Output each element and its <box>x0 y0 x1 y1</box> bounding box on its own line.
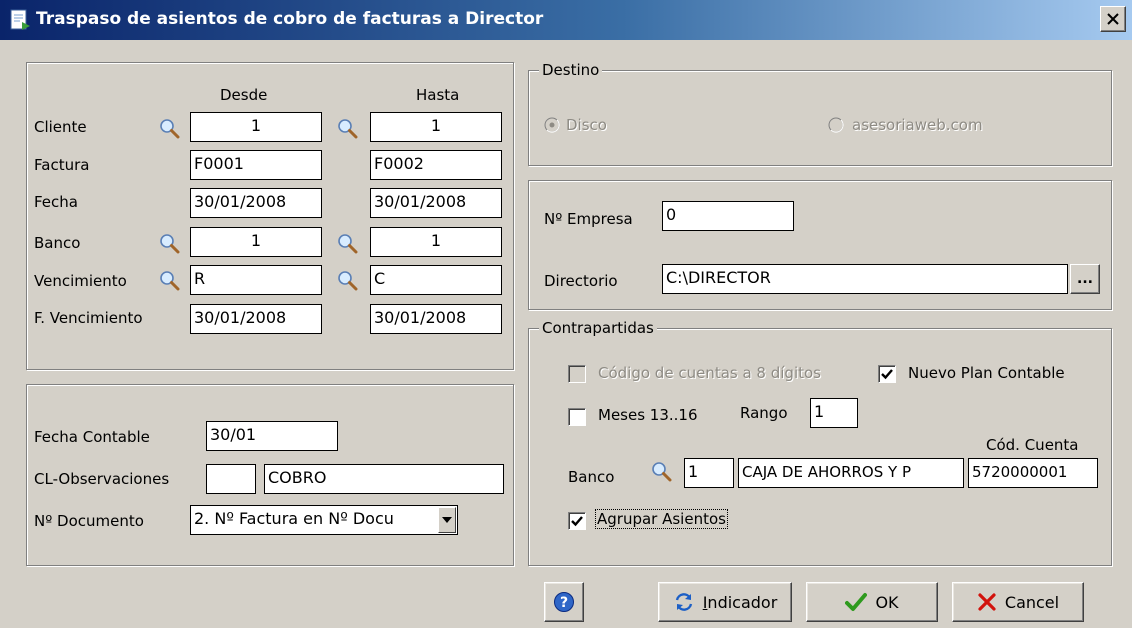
cliente-desde-search-icon[interactable] <box>158 117 180 139</box>
title-bar: Traspaso de asientos de cobro de factura… <box>0 0 1132 40</box>
directorio-browse-button[interactable]: ... <box>1070 264 1100 294</box>
n-empresa-input[interactable]: 0 <box>662 201 794 231</box>
asesoriaweb-label: asesoriaweb.com <box>852 116 983 134</box>
vencimiento-hasta-input[interactable]: C <box>370 265 502 295</box>
destino-frame: Destino <box>528 61 1112 166</box>
vencimiento-hasta-search-icon[interactable] <box>336 269 358 291</box>
contrapartidas-legend: Contrapartidas <box>539 319 657 337</box>
disco-label: Disco <box>566 116 607 134</box>
codigo-8-checkbox[interactable] <box>568 365 586 383</box>
rango-input[interactable]: 1 <box>810 398 858 428</box>
cl-observaciones-text-input[interactable]: COBRO <box>264 464 504 494</box>
refresh-icon <box>675 593 692 611</box>
banco-desde-input[interactable]: 1 <box>190 227 322 257</box>
f-vencimiento-label: F. Vencimiento <box>34 309 143 327</box>
asesoriaweb-radio[interactable] <box>828 117 844 133</box>
n-empresa-label: Nº Empresa <box>544 210 633 228</box>
help-button[interactable]: ? <box>544 582 584 622</box>
desde-header: Desde <box>220 86 268 104</box>
nuevo-plan-checkbox[interactable] <box>878 365 896 383</box>
disco-radio[interactable] <box>544 117 560 133</box>
factura-label: Factura <box>34 156 90 174</box>
banco-desde-search-icon[interactable] <box>158 232 180 254</box>
vencimiento-desde-search-icon[interactable] <box>158 269 180 291</box>
n-documento-select[interactable]: 2. Nº Factura en Nº Docu <box>190 505 458 535</box>
directorio-label: Directorio <box>544 272 618 290</box>
n-documento-value: 2. Nº Factura en Nº Docu <box>194 509 394 528</box>
help-icon: ? <box>554 592 574 612</box>
n-documento-label: Nº Documento <box>34 512 144 530</box>
f-vencimiento-desde-input[interactable]: 30/01/2008 <box>190 304 322 334</box>
agrupar-checkbox[interactable] <box>568 512 586 530</box>
destino-legend: Destino <box>539 61 603 79</box>
fecha-desde-input[interactable]: 30/01/2008 <box>190 188 322 218</box>
ok-label: OK <box>875 592 899 612</box>
factura-desde-input[interactable]: F0001 <box>190 150 322 180</box>
meses-checkbox[interactable] <box>568 408 586 426</box>
hasta-header: Hasta <box>416 86 460 104</box>
banco-range-label: Banco <box>34 234 81 252</box>
window-title: Traspaso de asientos de cobro de factura… <box>36 9 544 29</box>
directorio-input[interactable]: C:\DIRECTOR <box>662 264 1068 294</box>
ok-button[interactable]: OK <box>806 582 938 622</box>
cl-observaciones-label: CL-Observaciones <box>34 470 170 488</box>
ok-check-icon <box>845 593 868 611</box>
cl-observaciones-code-input[interactable] <box>206 464 256 494</box>
vencimiento-label: Vencimiento <box>34 272 127 290</box>
cancel-button[interactable]: Cancel <box>952 582 1084 622</box>
svg-text:?: ? <box>560 595 568 611</box>
window-app-icon <box>10 9 30 30</box>
rango-label: Rango <box>740 404 788 422</box>
close-button[interactable] <box>1100 6 1126 32</box>
banco-name-input[interactable]: CAJA DE AHORROS Y P <box>738 458 964 488</box>
cancel-label: Cancel <box>1004 592 1060 612</box>
n-documento-dropdown-button[interactable] <box>438 507 456 533</box>
banco-cuenta-input[interactable]: 5720000001 <box>968 458 1098 488</box>
fecha-label: Fecha <box>34 193 78 211</box>
banco-search-icon[interactable] <box>650 460 672 482</box>
agrupar-label: Agrupar Asientos <box>595 509 728 529</box>
vencimiento-desde-input[interactable]: R <box>190 265 322 295</box>
fecha-hasta-input[interactable]: 30/01/2008 <box>370 188 502 218</box>
checkmark-icon <box>881 369 893 380</box>
banco-label: Banco <box>568 468 615 486</box>
checkmark-icon <box>571 516 583 527</box>
indicador-label: Indicador <box>702 592 778 612</box>
nuevo-plan-label: Nuevo Plan Contable <box>908 364 1065 382</box>
cliente-hasta-input[interactable]: 1 <box>370 112 502 142</box>
close-icon <box>1107 13 1119 25</box>
cod-cuenta-header: Cód. Cuenta <box>986 436 1079 454</box>
f-vencimiento-hasta-input[interactable]: 30/01/2008 <box>370 304 502 334</box>
chevron-down-icon <box>442 517 452 523</box>
fecha-contable-input[interactable]: 30/01 <box>206 421 338 451</box>
cliente-label: Cliente <box>34 118 87 136</box>
fecha-contable-label: Fecha Contable <box>34 428 150 446</box>
meses-label: Meses 13..16 <box>598 406 698 424</box>
codigo-8-label: Código de cuentas a 8 dígitos <box>598 364 821 382</box>
banco-code-input[interactable]: 1 <box>684 458 734 488</box>
cancel-x-icon <box>978 593 996 611</box>
cliente-hasta-search-icon[interactable] <box>336 117 358 139</box>
banco-hasta-input[interactable]: 1 <box>370 227 502 257</box>
factura-hasta-input[interactable]: F0002 <box>370 150 502 180</box>
cliente-desde-input[interactable]: 1 <box>190 112 322 142</box>
banco-hasta-search-icon[interactable] <box>336 232 358 254</box>
indicador-button[interactable]: Indicador <box>658 582 792 622</box>
